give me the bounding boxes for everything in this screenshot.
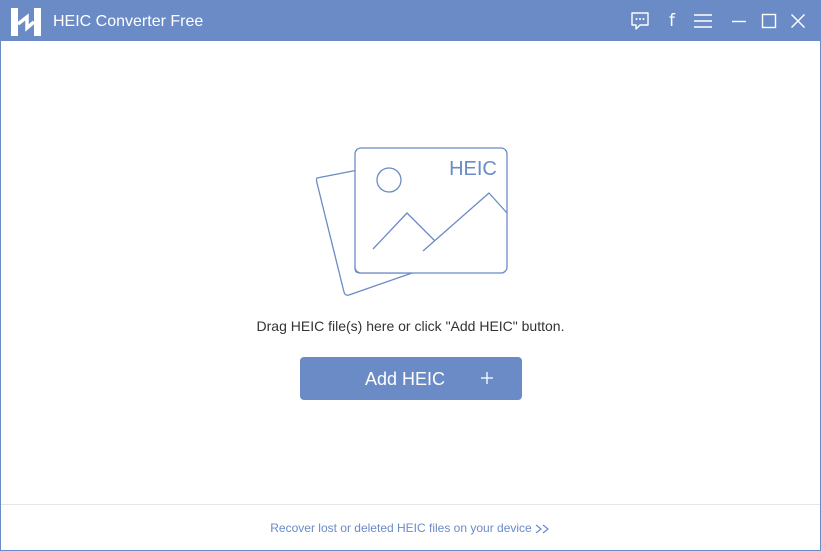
minimize-button[interactable] xyxy=(728,10,750,32)
add-heic-button[interactable]: Add HEIC xyxy=(300,357,522,400)
maximize-button[interactable] xyxy=(758,10,780,32)
heic-badge: HEIC xyxy=(449,158,497,180)
front-photo-icon: HEIC xyxy=(354,147,508,274)
facebook-button[interactable]: f xyxy=(661,10,683,32)
maximize-icon xyxy=(761,13,777,29)
feedback-icon xyxy=(631,12,649,30)
double-chevron-right-icon xyxy=(535,524,549,534)
menu-icon xyxy=(694,14,712,28)
app-window: HEIC Converter Free f HEIC Drag HEIC fil… xyxy=(0,0,821,551)
facebook-icon: f xyxy=(669,11,675,31)
drop-zone[interactable]: HEIC Drag HEIC file(s) here or click "Ad… xyxy=(1,41,820,504)
drop-hint-text: Drag HEIC file(s) here or click "Add HEI… xyxy=(256,318,565,334)
menu-button[interactable] xyxy=(692,10,714,32)
close-button[interactable] xyxy=(787,10,809,32)
close-icon xyxy=(791,14,805,28)
plus-icon xyxy=(481,372,493,384)
title-bar[interactable]: HEIC Converter Free f xyxy=(1,1,820,41)
window-title: HEIC Converter Free xyxy=(53,13,204,30)
heic-images-illustration: HEIC xyxy=(315,147,508,296)
recover-link-label: Recover lost or deleted HEIC files on yo… xyxy=(270,521,532,535)
recover-files-link[interactable]: Recover lost or deleted HEIC files on yo… xyxy=(1,520,820,536)
add-heic-label: Add HEIC xyxy=(365,369,446,389)
minimize-icon xyxy=(732,20,746,23)
logo-icon xyxy=(11,8,41,36)
feedback-button[interactable] xyxy=(629,10,651,32)
footer-bar: Recover lost or deleted HEIC files on yo… xyxy=(1,504,820,550)
